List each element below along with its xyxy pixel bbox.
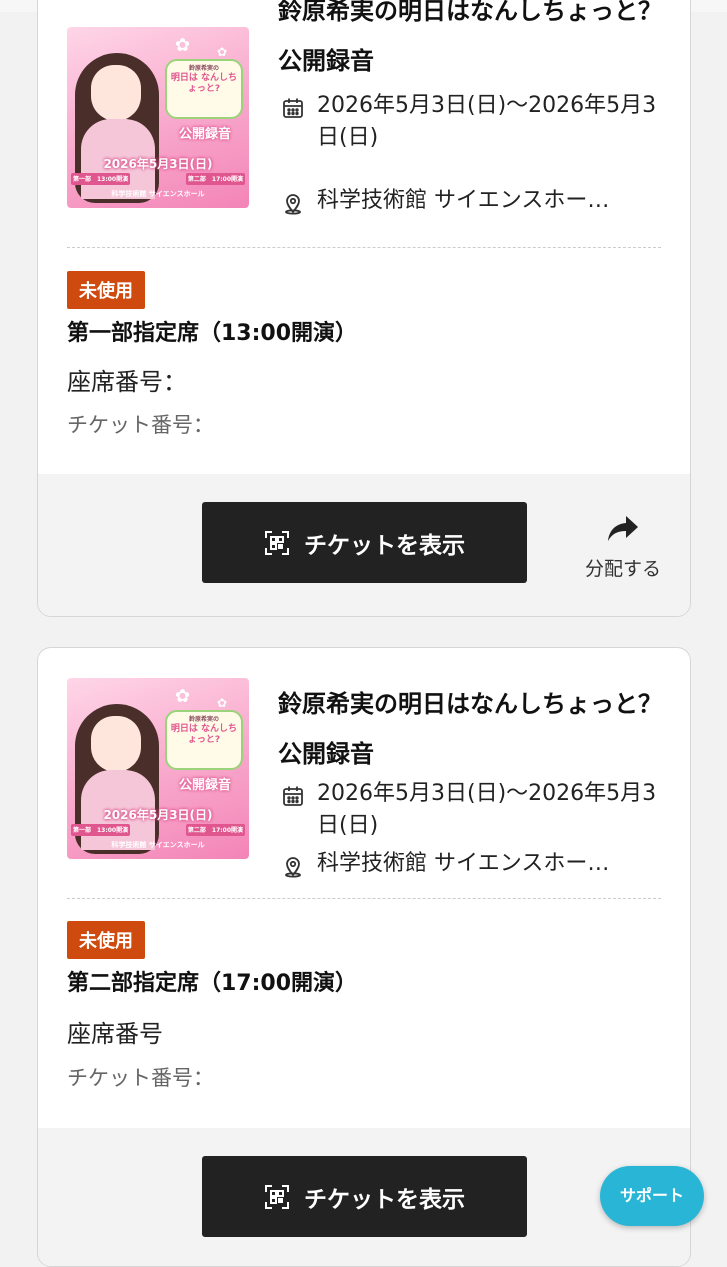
thumbnail-logo-sub: 鈴原希実の [188, 65, 219, 72]
share-arrow-icon [608, 516, 638, 541]
event-info: ✿ ✿ 鈴原希実の 明日は なんしちょっと? 公開録音 2026年5月3日(日)… [38, 648, 690, 899]
show-ticket-button[interactable]: チケットを表示 [202, 502, 527, 583]
thumbnail-part2: 第二部 17:00開演 [185, 824, 245, 836]
event-date-row: 2026年5月3日(日)〜2026年5月3日(日) [281, 90, 671, 154]
portrait-face [91, 716, 141, 772]
location-pin-icon [285, 194, 301, 215]
event-thumbnail[interactable]: ✿ ✿ 鈴原希実の 明日は なんしちょっと? 公開録音 2026年5月3日(日)… [67, 678, 249, 859]
portrait-face [91, 65, 141, 121]
seat-type: 第二部指定席（17:00開演） [67, 971, 358, 996]
thumbnail-parts: 第一部 13:00開演 第二部 17:00開演 [71, 173, 245, 185]
thumbnail-logo-main: 明日は なんしちょっと? [170, 723, 238, 745]
event-thumbnail[interactable]: ✿ ✿ 鈴原希実の 明日は なんしちょっと? 公開録音 2026年5月3日(日)… [67, 27, 249, 208]
ticket-number-label: チケット番号： [67, 413, 214, 437]
ticket-card: ✿ ✿ 鈴原希実の 明日は なんしちょっと? 公開録音 2026年5月3日(日)… [37, 0, 691, 617]
status-badge: 未使用 [67, 921, 145, 959]
show-ticket-label: チケットを表示 [304, 1186, 465, 1213]
location-pin-icon [285, 857, 301, 878]
thumbnail-logo-sub: 鈴原希実の [188, 716, 219, 723]
event-venue: 科学技術館 サイエンスホー… [317, 188, 610, 213]
ticket-action-bar: チケットを表示 [38, 1128, 690, 1266]
show-ticket-button[interactable]: チケットを表示 [202, 1156, 527, 1237]
thumbnail-part2: 第二部 17:00開演 [185, 173, 245, 185]
thumbnail-part1: 第一部 13:00開演 [71, 173, 131, 185]
share-button[interactable]: 分配する [573, 514, 673, 581]
flower-icon: ✿ [175, 686, 191, 707]
event-date-row: 2026年5月3日(日)〜2026年5月3日(日) [281, 778, 671, 842]
thumbnail-venue: 科学技術館 サイエンスホール [111, 841, 205, 849]
ticket-action-bar: チケットを表示 分配する [38, 474, 690, 616]
event-info: ✿ ✿ 鈴原希実の 明日は なんしちょっと? 公開録音 2026年5月3日(日)… [38, 0, 690, 261]
thumbnail-logo: 鈴原希実の 明日は なんしちょっと? [165, 59, 243, 119]
qr-code-icon [265, 530, 289, 555]
event-date: 2026年5月3日(日)〜2026年5月3日(日) [317, 781, 657, 838]
calendar-icon [283, 786, 303, 806]
event-venue-row: 科学技術館 サイエンスホー… [281, 848, 671, 880]
event-title[interactable]: 鈴原希実の明日はなんしちょっと？ 公開録音 [278, 0, 668, 86]
thumbnail-event-label: 公開録音 [178, 778, 231, 793]
thumbnail-date: 2026年5月3日(日) [103, 157, 213, 171]
flower-icon: ✿ [175, 35, 191, 56]
thumbnail-logo-main: 明日は なんしちょっと? [170, 72, 238, 94]
ticket-details: 未使用 第二部指定席（17:00開演） 座席番号 チケット番号： [38, 898, 690, 1128]
ticket-card: ✿ ✿ 鈴原希実の 明日は なんしちょっと? 公開録音 2026年5月3日(日)… [37, 647, 691, 1267]
seat-type: 第一部指定席（13:00開演） [67, 321, 358, 346]
ticket-details: 未使用 第一部指定席（13:00開演） 座席番号： チケット番号： [38, 261, 690, 476]
event-venue-row: 科学技術館 サイエンスホー… [281, 185, 671, 217]
thumbnail-part1: 第一部 13:00開演 [71, 824, 131, 836]
dashed-divider [67, 247, 661, 248]
event-date: 2026年5月3日(日)〜2026年5月3日(日) [317, 93, 657, 150]
share-label: 分配する [584, 558, 661, 580]
thumbnail-venue: 科学技術館 サイエンスホール [111, 190, 205, 198]
qr-code-icon [265, 1184, 289, 1209]
flower-icon: ✿ [217, 45, 228, 59]
event-venue: 科学技術館 サイエンスホー… [317, 851, 610, 876]
event-title[interactable]: 鈴原希実の明日はなんしちょっと？ 公開録音 [278, 679, 668, 779]
thumbnail-parts: 第一部 13:00開演 第二部 17:00開演 [71, 824, 245, 836]
ticket-number-label: チケット番号： [67, 1066, 214, 1090]
thumbnail-date: 2026年5月3日(日) [103, 808, 213, 822]
show-ticket-label: チケットを表示 [304, 532, 465, 559]
seat-number-label: 座席番号 [67, 1020, 163, 1048]
status-badge: 未使用 [67, 271, 145, 309]
flower-icon: ✿ [217, 696, 228, 710]
calendar-icon [283, 98, 303, 118]
support-button[interactable]: サポート [600, 1166, 704, 1226]
thumbnail-event-label: 公開録音 [178, 127, 231, 142]
thumbnail-logo: 鈴原希実の 明日は なんしちょっと? [165, 710, 243, 770]
seat-number-label: 座席番号： [67, 368, 187, 396]
